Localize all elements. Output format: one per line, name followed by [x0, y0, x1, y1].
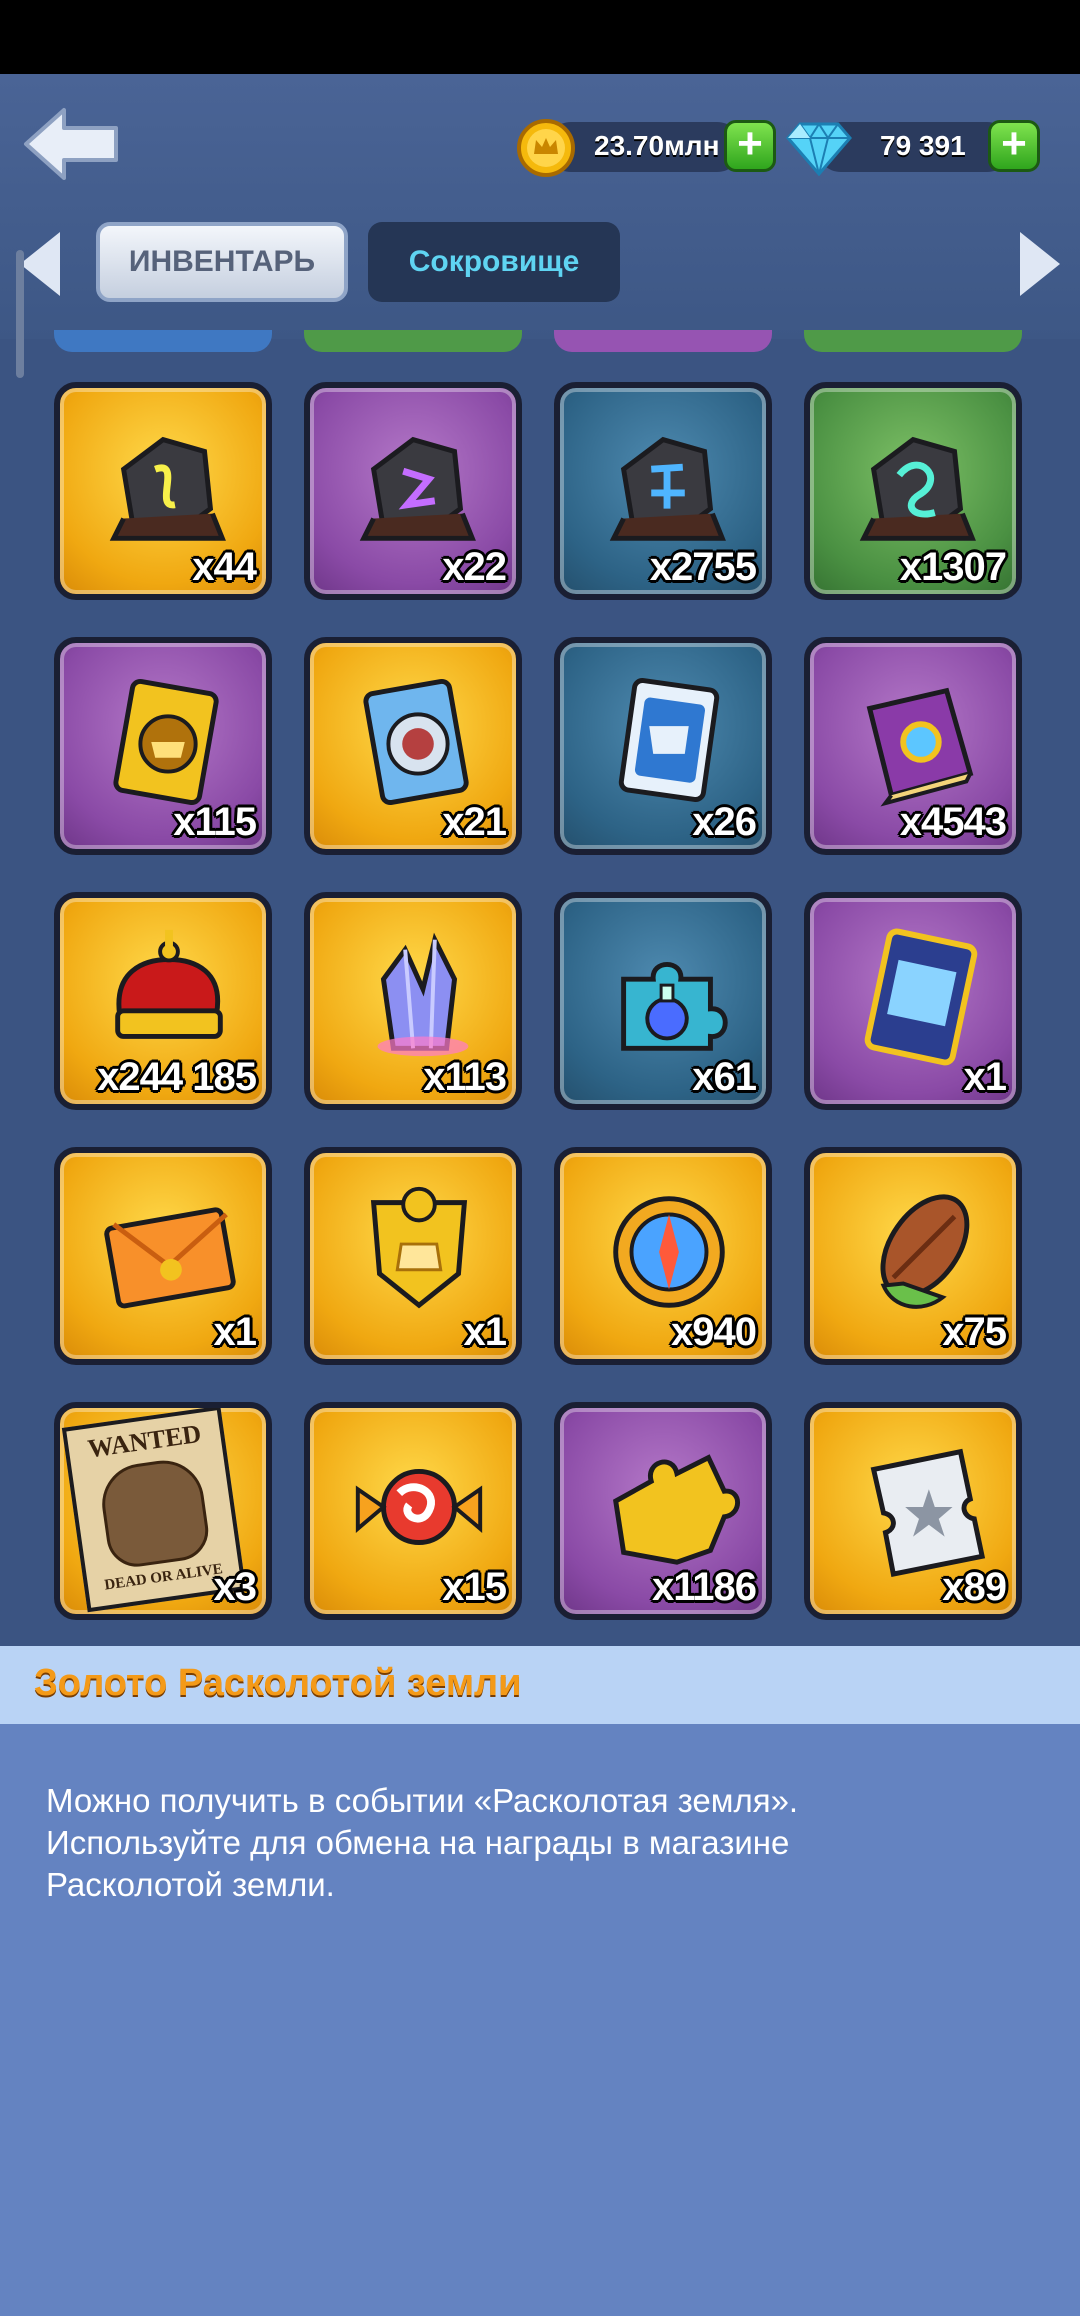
rune-stone-purple-icon — [359, 436, 476, 541]
partial-item-slot — [554, 330, 772, 352]
inventory-item-slot[interactable]: x244 185 — [54, 892, 272, 1110]
inventory-item-slot[interactable]: x940 — [554, 1147, 772, 1365]
envelope-icon — [104, 1207, 236, 1309]
item-quantity: x89 — [942, 1565, 1007, 1609]
inventory-item-slot[interactable]: x4543 — [804, 637, 1022, 855]
inventory-item-slot[interactable]: x21 — [304, 637, 522, 855]
add-gold-button[interactable]: + — [724, 120, 776, 172]
partial-item-slot — [304, 330, 522, 352]
inventory-item-slot[interactable]: x113 — [304, 892, 522, 1110]
tab-scroll-left-icon[interactable] — [20, 232, 60, 296]
inventory-item-slot[interactable]: x26 — [554, 637, 772, 855]
partial-item-slot — [54, 330, 272, 352]
item-quantity: x26 — [692, 800, 757, 844]
gold-coin-icon — [517, 119, 575, 177]
item-quantity: x1186 — [651, 1565, 757, 1609]
inventory-item-slot[interactable]: x1 — [54, 1147, 272, 1365]
item-quantity: x1 — [213, 1310, 257, 1354]
item-quantity: x3 — [213, 1565, 257, 1609]
diamond-icon — [786, 122, 852, 176]
item-quantity: x2755 — [649, 545, 757, 589]
inventory-item-slot[interactable]: x1307 — [804, 382, 1022, 600]
item-quantity: x113 — [423, 1055, 507, 1099]
ticket-icon — [870, 1448, 986, 1577]
inventory-item-slot[interactable]: x75 — [804, 1147, 1022, 1365]
potion-puzzle-icon — [621, 962, 728, 1051]
gem-currency: 79 391 + — [786, 118, 1048, 176]
rune-stone-green-icon — [859, 436, 976, 541]
item-quantity: x1307 — [899, 545, 1007, 589]
inventory-item-slot[interactable]: x15 — [304, 1402, 522, 1620]
inventory-item-slot[interactable]: x1 — [304, 1147, 522, 1365]
inventory-grid: x44 x22 x2755 x1307 x115 x21 x26 x4543 x244 185 x… — [0, 330, 1080, 1646]
item-quantity: x15 — [442, 1565, 507, 1609]
inventory-item-slot[interactable]: x1 — [804, 892, 1022, 1110]
item-title: Золото Расколотой земли — [34, 1662, 522, 1704]
item-quantity: x1 — [963, 1055, 1007, 1099]
tab-scroll-right-icon[interactable] — [1020, 232, 1060, 296]
inventory-item-slot[interactable]: x1186 — [554, 1402, 772, 1620]
item-quantity: x21 — [442, 800, 507, 844]
inventory-item-slot[interactable]: x22 — [304, 382, 522, 600]
status-bar — [0, 0, 1080, 74]
rune-stone-gold-icon — [109, 436, 226, 541]
hero-card-gold-icon — [113, 678, 219, 805]
hero-card-blue-icon — [618, 678, 720, 802]
gold-amount: 23.70млн — [594, 130, 720, 161]
item-quantity: x61 — [692, 1055, 757, 1099]
item-quantity: x4543 — [899, 800, 1007, 844]
item-quantity: x940 — [671, 1310, 757, 1354]
crown-icon — [115, 929, 223, 1039]
inventory-item-slot[interactable]: x89 — [804, 1402, 1022, 1620]
item-description: Можно получить в событии «Расколотая зем… — [46, 1780, 1026, 1906]
gem-amount: 79 391 — [880, 130, 966, 161]
cake-badge-icon — [370, 1186, 468, 1309]
inventory-item-slot[interactable]: x2755 — [554, 382, 772, 600]
item-quantity: x44 — [192, 545, 257, 589]
item-quantity: x22 — [442, 545, 507, 589]
inventory-item-slot[interactable]: x44 — [54, 382, 272, 600]
add-gems-button[interactable]: + — [988, 120, 1040, 172]
cocoa-bean-icon — [880, 1194, 970, 1309]
item-quantity: x115 — [173, 800, 257, 844]
inventory-item-slot[interactable]: WANTED DEAD OR ALIVE x3 — [54, 1402, 272, 1620]
spell-book-icon — [866, 687, 974, 807]
puzzle-piece-icon — [613, 1454, 741, 1565]
item-quantity: x244 185 — [97, 1055, 257, 1099]
candy-icon — [355, 1468, 483, 1545]
tab-treasure[interactable]: Сокровище — [368, 222, 620, 302]
hero-card-silver-icon — [363, 678, 469, 805]
compass-icon — [613, 1196, 725, 1308]
outlaw-portrait — [96, 1455, 213, 1571]
item-quantity: x75 — [942, 1310, 1007, 1354]
gold-currency: 23.70млн + — [516, 118, 778, 177]
description-line: Используйте для обмена на награды в мага… — [46, 1824, 790, 1861]
tab-inventory[interactable]: ИНВЕНТАРЬ — [96, 222, 348, 302]
item-quantity: x1 — [463, 1310, 507, 1354]
inventory-item-slot[interactable]: x61 — [554, 892, 772, 1110]
inventory-item-slot[interactable]: x115 — [54, 637, 272, 855]
crystal-icon — [377, 932, 469, 1057]
description-line: Расколотой земли. — [46, 1866, 335, 1903]
description-line: Можно получить в событии «Расколотая зем… — [46, 1782, 799, 1819]
frame-card-icon — [864, 928, 978, 1066]
rune-stone-blue-icon — [609, 436, 726, 541]
partial-item-slot — [804, 330, 1022, 352]
poster-title: WANTED — [85, 1418, 203, 1464]
back-arrow-icon[interactable] — [22, 104, 122, 184]
